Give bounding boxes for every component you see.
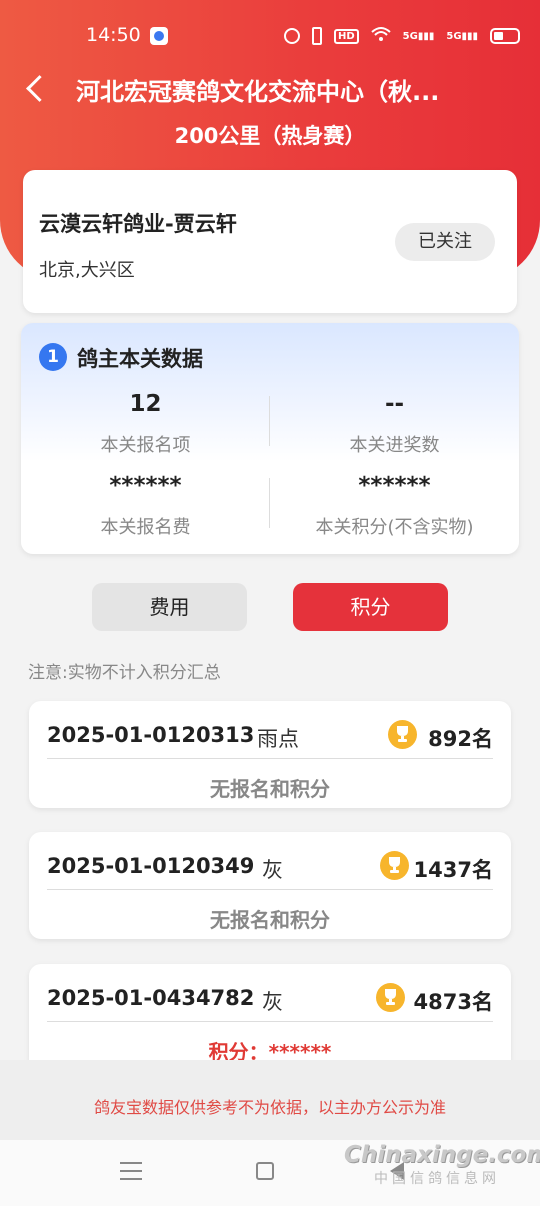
list-item[interactable]: 2025-01-0120313 雨点 892名 无报名和积分	[29, 701, 511, 808]
stat-fee-value: ******	[109, 473, 182, 499]
pigeon-color: 雨点	[257, 727, 299, 751]
ring-number: 2025-01-0120313	[47, 723, 255, 747]
stat-awards-value: --	[384, 391, 405, 417]
battery-icon	[490, 28, 521, 44]
alarm-icon	[284, 28, 300, 44]
entry-score: 积分：******	[208, 1040, 332, 1060]
watermark-main: Chinaxinge.com	[344, 1142, 540, 1168]
app-notification-icon	[150, 27, 168, 45]
wifi-icon	[371, 26, 391, 46]
page-title: 河北宏冠赛鸽文化交流中心（秋...	[76, 78, 440, 106]
score-note: 注意:实物不计入积分汇总	[28, 663, 221, 683]
trophy-icon	[376, 983, 405, 1012]
list-item[interactable]: 2025-01-0120349 灰 1437名 无报名和积分	[29, 832, 511, 939]
stat-fee-label: 本关报名费	[100, 517, 191, 538]
tab-score[interactable]: 积分	[293, 583, 448, 631]
stats-badge: 1	[39, 343, 67, 371]
recent-apps-button[interactable]	[120, 1162, 142, 1180]
rank: 892名	[428, 727, 493, 751]
back-button[interactable]	[20, 70, 50, 106]
signal-5g-icon-2: 5G▮▮▮	[446, 30, 479, 42]
stats-divider	[269, 396, 270, 446]
disclaimer-text: 鸽友宝数据仅供参考不为依据，以主办方公示为准	[93, 1098, 446, 1117]
stat-entries-label: 本关报名项	[100, 435, 191, 456]
divider	[47, 758, 493, 759]
signal-5g-label: 5G	[402, 30, 418, 42]
entry-list[interactable]: 2025-01-0120313 雨点 892名 无报名和积分 2025-01-0…	[0, 690, 540, 1060]
owner-location: 北京,大兴区	[39, 260, 135, 281]
rank: 1437名	[413, 858, 493, 882]
vibrate-icon	[312, 27, 322, 45]
ring-number: 2025-01-0120349	[47, 854, 255, 878]
trophy-icon	[388, 720, 417, 749]
signal-5g-label-2: 5G	[446, 30, 462, 42]
entry-status: 无报名和积分	[210, 777, 330, 801]
ring-number: 2025-01-0434782	[47, 986, 255, 1010]
tab-fee[interactable]: 费用	[92, 583, 247, 631]
stat-awards-label: 本关进奖数	[349, 435, 440, 456]
pigeon-color: 灰	[262, 990, 283, 1014]
home-button[interactable]	[256, 1162, 274, 1180]
status-bar: 14:50 HD 5G▮▮▮ 5G▮▮▮	[0, 0, 540, 72]
signal-5g-icon: 5G▮▮▮	[402, 30, 435, 42]
divider	[47, 889, 493, 890]
trophy-icon	[380, 851, 409, 880]
stat-entries-value: 12	[129, 391, 162, 417]
status-time: 14:50	[86, 24, 141, 46]
follow-button[interactable]: 已关注	[395, 223, 495, 261]
disclaimer-bar: 鸽友宝数据仅供参考不为依据，以主办方公示为准	[0, 1060, 540, 1140]
list-item[interactable]: 2025-01-0434782 灰 4873名 积分：******	[29, 964, 511, 1060]
page-subtitle: 200公里（热身赛）	[174, 124, 366, 148]
watermark: Chinaxinge.com 中国信鸽信息网	[344, 1142, 540, 1188]
owner-name: 云漠云轩鸽业-贾云轩	[39, 212, 237, 236]
rank: 4873名	[413, 990, 493, 1014]
watermark-sub: 中国信鸽信息网	[374, 1171, 500, 1187]
owner-card: 云漠云轩鸽业-贾云轩 北京,大兴区 已关注	[23, 170, 517, 313]
entry-status: 无报名和积分	[210, 908, 330, 932]
stats-title: 鸽主本关数据	[77, 347, 203, 371]
pigeon-color: 灰	[262, 858, 283, 882]
hd-icon: HD	[334, 28, 359, 44]
stat-score-value: ******	[358, 473, 431, 499]
status-icons: HD 5G▮▮▮ 5G▮▮▮	[284, 26, 521, 46]
stats-divider-2	[269, 478, 270, 528]
stats-card: 1 鸽主本关数据 12 本关报名项 -- 本关进奖数 ****** 本关报名费 …	[21, 323, 519, 554]
divider	[47, 1021, 493, 1022]
stat-score-label: 本关积分(不含实物)	[315, 517, 474, 538]
